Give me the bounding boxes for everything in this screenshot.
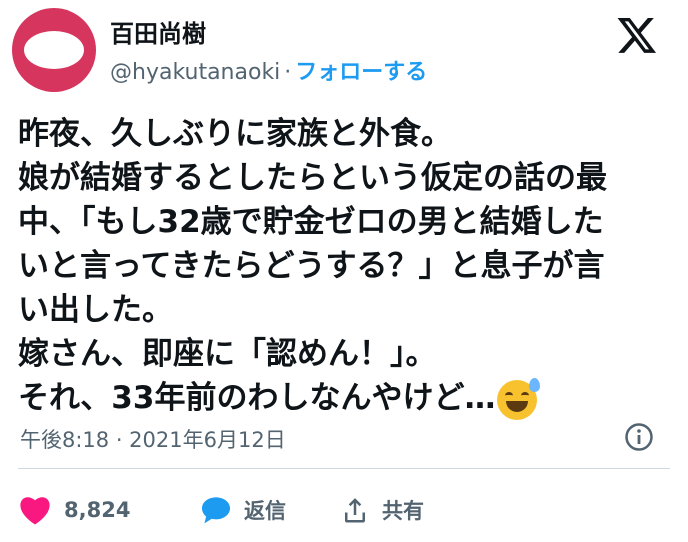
divider <box>18 468 670 469</box>
reply-label: 返信 <box>244 499 286 523</box>
tweet-header: 百田尚樹 @hyakutanaoki · フォローする <box>0 0 688 100</box>
reply-button[interactable]: 返信 <box>200 488 286 532</box>
tweet-line: 中、「もし32歳で貯金ゼロの男と結婚した <box>18 204 604 240</box>
tweet-line: 嫁さん、即座に「認めん！」。 <box>18 336 437 372</box>
info-icon[interactable] <box>624 422 654 452</box>
tweet-line: いと言ってきたらどうする？」と息子が言 <box>18 248 605 284</box>
follow-button[interactable]: フォローする <box>295 60 427 85</box>
author-name[interactable]: 百田尚樹 <box>110 14 206 49</box>
tweet-line: い出した。 <box>18 292 173 328</box>
author-handle-line: @hyakutanaoki · フォローする <box>110 54 427 86</box>
like-count: 8,824 <box>64 498 131 522</box>
speech-bubble-icon <box>202 497 230 524</box>
avatar-inner <box>24 31 84 69</box>
share-button[interactable]: 共有 <box>340 488 424 532</box>
avatar[interactable] <box>12 8 96 92</box>
tweet-line: それ、33年前のわしなんやけど… <box>18 380 496 416</box>
tweet-line: 昨夜、久しぶりに家族と外食。 <box>18 116 452 152</box>
heart-icon <box>20 497 50 525</box>
grinning-face-with-sweat-icon <box>497 377 541 420</box>
tweet-line: 娘が結婚するとしたらという仮定の話の最 <box>18 160 607 196</box>
handle-separator: · <box>284 60 292 85</box>
author-handle[interactable]: @hyakutanaoki <box>110 60 280 85</box>
x-logo-icon[interactable] <box>616 14 658 56</box>
like-button[interactable]: 8,824 <box>18 488 130 532</box>
tweet-line-last: それ、33年前のわしなんやけど… <box>18 376 678 420</box>
share-upload-icon <box>345 498 365 523</box>
tweet-text: 昨夜、久しぶりに家族と外食。 娘が結婚するとしたらという仮定の話の最 中、「もし… <box>18 112 678 420</box>
tweet-timestamp[interactable]: 午後8:18 · 2021年6月12日 <box>20 424 286 454</box>
share-label: 共有 <box>382 499 424 523</box>
